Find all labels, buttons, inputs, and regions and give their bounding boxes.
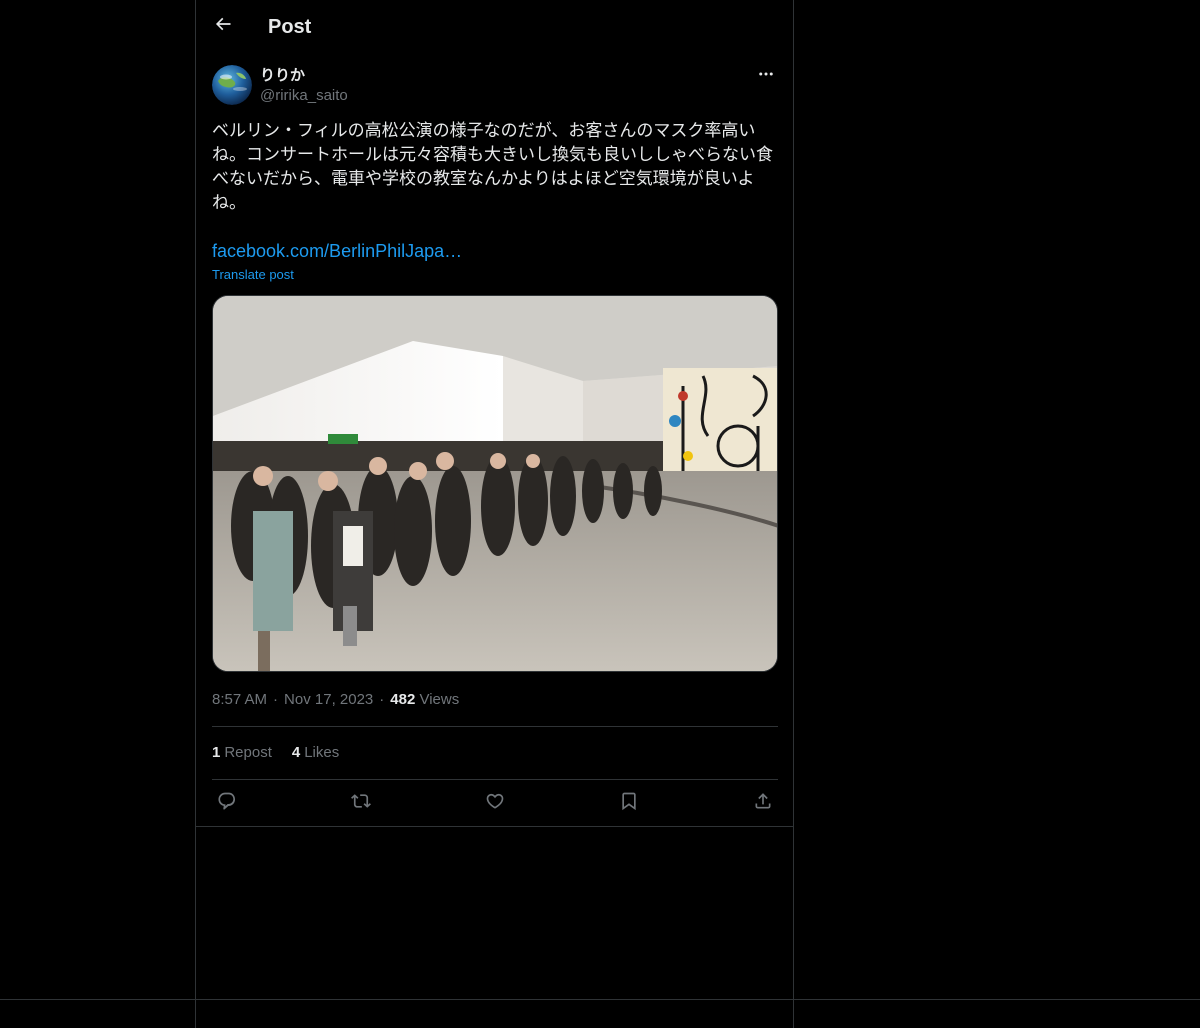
likes-stat[interactable]: 4 Likes: [292, 743, 339, 763]
post-link[interactable]: facebook.com/BerlinPhilJapa…: [212, 239, 462, 263]
divider: [212, 726, 778, 727]
page-title: Post: [268, 16, 312, 38]
reposts-count: 1: [212, 744, 221, 761]
reposts-stat[interactable]: 1 Repost: [212, 743, 272, 763]
views-label: Views: [419, 691, 460, 708]
bookmark-button[interactable]: [612, 786, 646, 820]
translate-post-link[interactable]: Translate post: [212, 266, 294, 284]
reposts-label: Repost: [224, 744, 272, 761]
post-bottom-divider: [196, 826, 793, 827]
likes-count: 4: [291, 744, 301, 761]
repost-button[interactable]: [344, 786, 378, 820]
reply-button[interactable]: [210, 786, 244, 820]
share-button[interactable]: [746, 786, 780, 820]
post-stats: 1 Repost 4 Likes: [212, 743, 339, 763]
repost-icon: [351, 791, 371, 816]
bookmark-icon: [619, 791, 639, 816]
reply-icon: [217, 791, 237, 816]
views-count: 482: [390, 691, 416, 708]
post-actions: [212, 786, 778, 820]
post-column: Post りりか @ririka_saito ベルリン・フィルの高松公演の様子な…: [195, 0, 794, 1028]
divider: [212, 779, 778, 780]
like-button[interactable]: [478, 786, 512, 820]
post-text: ベルリン・フィルの高松公演の様子なのだが、お客さんのマスク率高いね。コンサートホ…: [212, 121, 773, 213]
avatar[interactable]: [212, 65, 252, 105]
back-button[interactable]: [206, 9, 240, 43]
share-icon: [753, 791, 773, 816]
more-dots-icon: [757, 65, 775, 88]
arrow-left-icon: [213, 14, 233, 39]
more-options-button[interactable]: [754, 64, 778, 88]
concert-hall-lobby-photo: [213, 296, 777, 671]
post-date[interactable]: Nov 17, 2023: [284, 691, 373, 708]
post-author: りりか @ririka_saito: [212, 64, 778, 108]
likes-label: Likes: [304, 744, 340, 761]
author-handle[interactable]: @ririka_saito: [260, 86, 348, 106]
post-meta: 8:57 AM · Nov 17, 2023 · 482 Views: [212, 691, 460, 708]
post-header: Post: [196, 0, 793, 53]
post-photo[interactable]: [212, 295, 778, 672]
globe-avatar-icon: [212, 65, 252, 105]
like-icon: [485, 791, 505, 816]
author-display-name[interactable]: りりか: [260, 66, 305, 86]
post-time[interactable]: 8:57 AM: [212, 691, 267, 708]
